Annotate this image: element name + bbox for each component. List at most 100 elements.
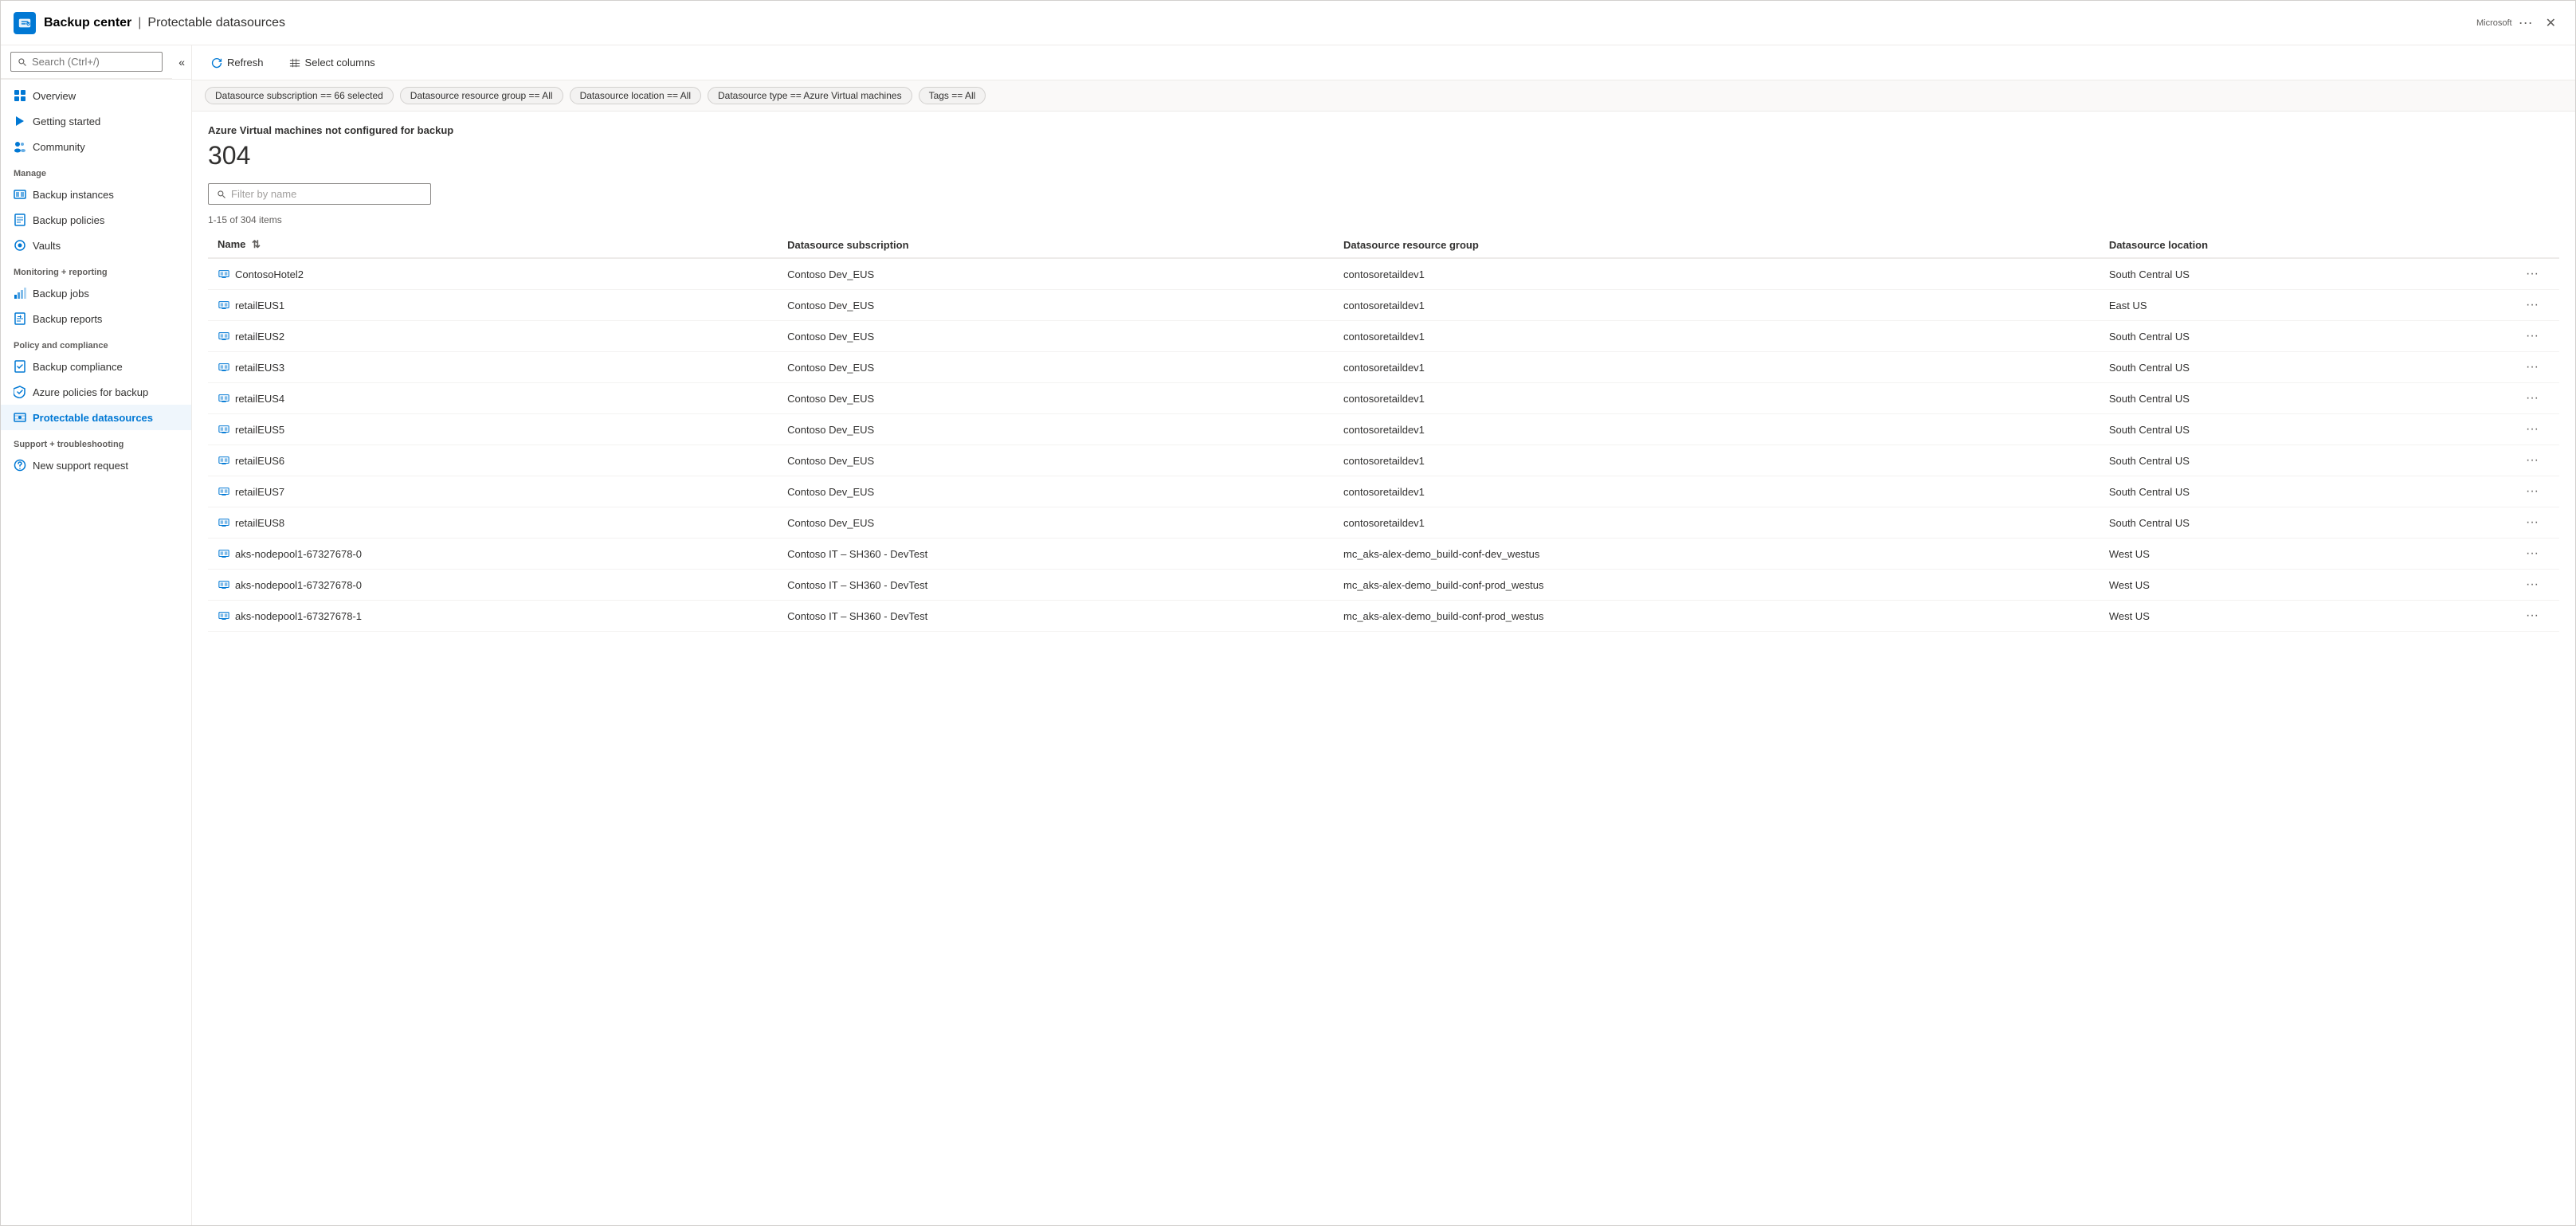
sidebar-item-backup-reports[interactable]: Backup reports	[1, 306, 191, 331]
table-row[interactable]: retailEUS8 Contoso Dev_EUS contosoretail…	[208, 507, 2559, 539]
vm-icon	[218, 361, 230, 374]
table-row[interactable]: retailEUS3 Contoso Dev_EUS contosoretail…	[208, 352, 2559, 383]
row-subscription: Contoso Dev_EUS	[778, 507, 1334, 539]
sidebar-item-backup-instances[interactable]: Backup instances	[1, 182, 191, 207]
row-subscription: Contoso Dev_EUS	[778, 352, 1334, 383]
sidebar-item-backup-compliance[interactable]: Backup compliance	[1, 354, 191, 379]
row-ellipsis-button[interactable]: ···	[2521, 265, 2543, 283]
table-row[interactable]: retailEUS6 Contoso Dev_EUS contosoretail…	[208, 445, 2559, 476]
row-name: retailEUS8	[235, 517, 284, 529]
row-name: aks-nodepool1-67327678-0	[235, 548, 362, 560]
search-input[interactable]	[32, 56, 155, 68]
sidebar-item-community[interactable]: Community	[1, 134, 191, 159]
row-name-cell: retailEUS2	[208, 321, 778, 352]
filter-location-label: Datasource location == All	[580, 90, 691, 101]
filter-datasource-type[interactable]: Datasource type == Azure Virtual machine…	[708, 87, 912, 104]
title-ellipsis-button[interactable]: ···	[2512, 14, 2539, 31]
row-ellipsis-button[interactable]: ···	[2521, 545, 2543, 562]
layout: « Overview Getting started	[1, 45, 2575, 1225]
row-ellipsis-button[interactable]: ···	[2521, 607, 2543, 625]
row-ellipsis-button[interactable]: ···	[2521, 514, 2543, 531]
col-name-label: Name	[218, 238, 245, 250]
vm-icon	[218, 485, 230, 498]
row-location: South Central US	[2100, 414, 2511, 445]
refresh-button[interactable]: Refresh	[205, 52, 270, 73]
row-name: retailEUS3	[235, 362, 284, 374]
row-ellipsis-button[interactable]: ···	[2521, 452, 2543, 469]
backup-reports-label: Backup reports	[33, 313, 102, 325]
table-row[interactable]: aks-nodepool1-67327678-0 Contoso IT – SH…	[208, 539, 2559, 570]
table-row[interactable]: retailEUS1 Contoso Dev_EUS contosoretail…	[208, 290, 2559, 321]
row-ellipsis-button[interactable]: ···	[2521, 327, 2543, 345]
row-name: retailEUS6	[235, 455, 284, 467]
filter-by-name-input[interactable]	[231, 188, 422, 200]
vm-type-icon	[218, 424, 229, 435]
row-actions-cell: ···	[2511, 570, 2559, 601]
row-ellipsis-button[interactable]: ···	[2521, 296, 2543, 314]
filter-tags-label: Tags == All	[929, 90, 976, 101]
vm-type-icon	[218, 517, 229, 528]
sidebar-collapse-button[interactable]: «	[172, 48, 191, 76]
sidebar-item-getting-started[interactable]: Getting started	[1, 108, 191, 134]
row-actions-cell: ···	[2511, 601, 2559, 632]
row-name: retailEUS1	[235, 300, 284, 311]
row-location: East US	[2100, 290, 2511, 321]
select-columns-button[interactable]: Select columns	[283, 52, 382, 73]
row-ellipsis-button[interactable]: ···	[2521, 421, 2543, 438]
row-name-cell: aks-nodepool1-67327678-1	[208, 601, 778, 632]
vm-type-icon	[218, 455, 229, 466]
col-header-actions	[2511, 232, 2559, 258]
row-location: South Central US	[2100, 507, 2511, 539]
row-resource-group: contosoretaildev1	[1334, 414, 2100, 445]
title-separator: |	[138, 16, 141, 30]
sidebar-item-azure-policies[interactable]: Azure policies for backup	[1, 379, 191, 405]
row-ellipsis-button[interactable]: ···	[2521, 576, 2543, 593]
filter-input-wrapper[interactable]	[208, 183, 431, 205]
filter-datasource-type-label: Datasource type == Azure Virtual machine…	[718, 90, 902, 101]
table-row[interactable]: retailEUS7 Contoso Dev_EUS contosoretail…	[208, 476, 2559, 507]
overview-icon	[14, 89, 26, 102]
row-resource-group: contosoretaildev1	[1334, 507, 2100, 539]
table-row[interactable]: retailEUS2 Contoso Dev_EUS contosoretail…	[208, 321, 2559, 352]
row-name-cell: retailEUS5	[208, 414, 778, 445]
vm-icon	[218, 330, 230, 343]
table-row[interactable]: retailEUS5 Contoso Dev_EUS contosoretail…	[208, 414, 2559, 445]
row-subscription: Contoso Dev_EUS	[778, 321, 1334, 352]
row-location: South Central US	[2100, 258, 2511, 290]
sidebar-item-overview[interactable]: Overview	[1, 83, 191, 108]
vm-icon	[218, 547, 230, 560]
table-row[interactable]: retailEUS4 Contoso Dev_EUS contosoretail…	[208, 383, 2559, 414]
sidebar-item-backup-policies[interactable]: Backup policies	[1, 207, 191, 233]
row-name: retailEUS4	[235, 393, 284, 405]
table-row[interactable]: ContosoHotel2 Contoso Dev_EUS contosoret…	[208, 258, 2559, 290]
columns-icon	[289, 57, 300, 69]
table-row[interactable]: aks-nodepool1-67327678-0 Contoso IT – SH…	[208, 570, 2559, 601]
vm-type-icon	[218, 486, 229, 497]
row-ellipsis-button[interactable]: ···	[2521, 358, 2543, 376]
row-actions-cell: ···	[2511, 321, 2559, 352]
row-ellipsis-button[interactable]: ···	[2521, 483, 2543, 500]
filter-location[interactable]: Datasource location == All	[570, 87, 701, 104]
row-location: South Central US	[2100, 445, 2511, 476]
sidebar-item-backup-jobs[interactable]: Backup jobs	[1, 280, 191, 306]
row-subscription: Contoso Dev_EUS	[778, 290, 1334, 321]
row-name-cell: retailEUS7	[208, 476, 778, 507]
filter-subscription[interactable]: Datasource subscription == 66 selected	[205, 87, 394, 104]
backup-policies-label: Backup policies	[33, 214, 104, 226]
app-icon	[14, 12, 36, 34]
filter-resource-group[interactable]: Datasource resource group == All	[400, 87, 563, 104]
sidebar-item-vaults[interactable]: Vaults	[1, 233, 191, 258]
close-button[interactable]: ✕	[2539, 12, 2562, 34]
getting-started-label: Getting started	[33, 116, 100, 127]
sort-icon-name[interactable]: ⇅	[252, 238, 261, 251]
getting-started-icon	[14, 115, 26, 127]
backup-compliance-label: Backup compliance	[33, 361, 123, 373]
sidebar-item-new-support-request[interactable]: New support request	[1, 452, 191, 478]
search-box[interactable]	[10, 52, 163, 72]
filter-tags[interactable]: Tags == All	[919, 87, 986, 104]
sidebar-item-protectable-datasources[interactable]: Protectable datasources	[1, 405, 191, 430]
row-ellipsis-button[interactable]: ···	[2521, 390, 2543, 407]
title-bar: Backup center | Protectable datasources …	[1, 1, 2575, 45]
row-resource-group: mc_aks-alex-demo_build-conf-prod_westus	[1334, 570, 2100, 601]
table-row[interactable]: aks-nodepool1-67327678-1 Contoso IT – SH…	[208, 601, 2559, 632]
